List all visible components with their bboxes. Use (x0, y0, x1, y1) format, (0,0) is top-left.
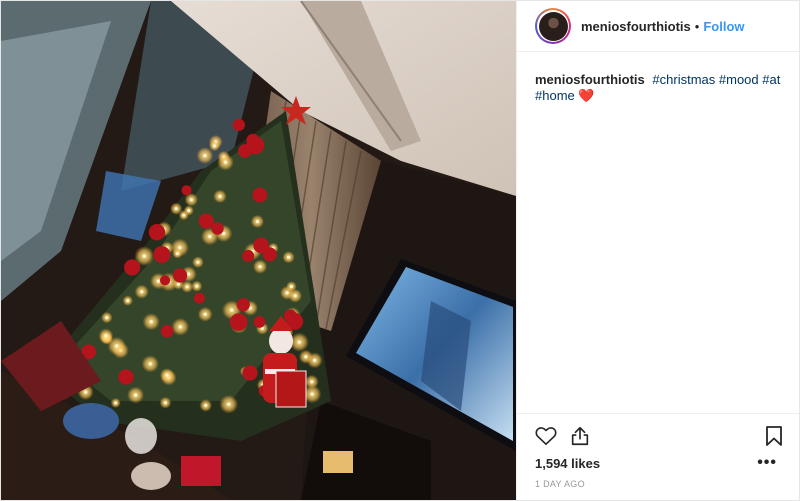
post-side-panel: meniosfourthiotis • Follow meniosfourthi… (516, 1, 799, 500)
hashtag-link[interactable]: #at (762, 72, 780, 87)
post-timestamp: 1 DAY AGO (535, 479, 585, 489)
share-upload-icon[interactable] (569, 425, 591, 447)
heart-outline-icon[interactable] (535, 426, 557, 446)
bookmark-icon[interactable] (765, 425, 783, 447)
more-options-icon[interactable]: ••• (757, 454, 777, 472)
hashtag-link[interactable]: #mood (719, 72, 759, 87)
likes-count[interactable]: 1,594 likes (535, 456, 783, 471)
post-actions: 1,594 likes 1 DAY AGO ••• (517, 413, 799, 500)
author-username[interactable]: meniosfourthiotis (581, 19, 691, 34)
post-photo[interactable] (1, 1, 516, 500)
hashtag-link[interactable]: #home (535, 88, 575, 103)
avatar-image (538, 11, 568, 41)
header-separator: • (694, 18, 700, 34)
caption-username[interactable]: meniosfourthiotis (535, 72, 645, 87)
post-caption: meniosfourthiotis #christmas #mood #at #… (517, 52, 799, 413)
author-avatar[interactable] (535, 8, 571, 44)
instagram-post: meniosfourthiotis • Follow meniosfourthi… (0, 0, 800, 501)
follow-button[interactable]: Follow (703, 19, 744, 34)
post-header: meniosfourthiotis • Follow (517, 1, 799, 52)
heart-emoji-icon: ❤️ (578, 88, 595, 103)
hashtag-link[interactable]: #christmas (652, 72, 715, 87)
action-icon-row (535, 424, 783, 448)
christmas-tree-photo (1, 1, 516, 500)
